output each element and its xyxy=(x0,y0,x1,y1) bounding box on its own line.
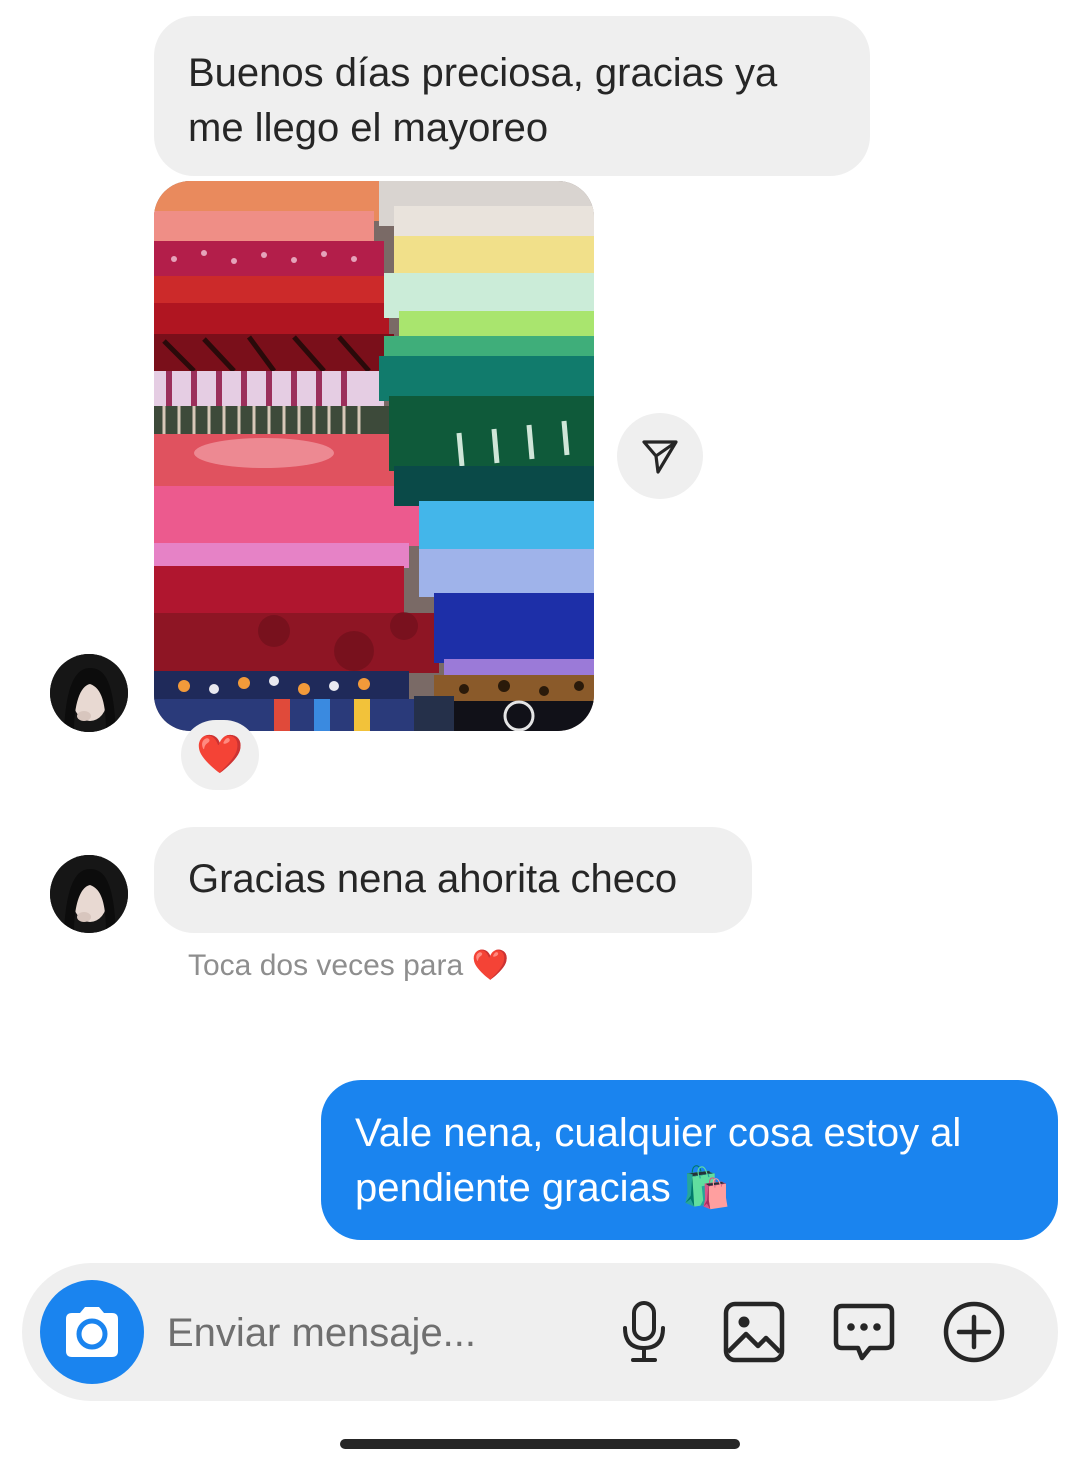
message-bubble-incoming[interactable]: Gracias nena ahorita checo xyxy=(154,827,752,933)
profile-photo-icon xyxy=(50,654,128,732)
more-options-button[interactable] xyxy=(938,1296,1010,1368)
shared-photo[interactable] xyxy=(154,181,594,731)
camera-icon xyxy=(66,1307,118,1357)
microphone-icon xyxy=(623,1301,665,1362)
message-bubble-outgoing[interactable]: Vale nena, cualquier cosa estoy al pendi… xyxy=(321,1080,1058,1240)
profile-photo-icon xyxy=(50,855,128,933)
plus-icon xyxy=(943,1301,1005,1363)
heart-emoji: ❤️ xyxy=(471,949,509,982)
message-bubble-incoming[interactable]: Buenos días preciosa, gracias ya me lleg… xyxy=(154,16,870,176)
message-text: Vale nena, cualquier cosa estoy al pendi… xyxy=(355,1111,962,1210)
share-button[interactable] xyxy=(617,413,703,499)
avatar[interactable] xyxy=(50,855,128,933)
voice-message-button[interactable] xyxy=(608,1296,680,1368)
gallery-icon xyxy=(723,1301,785,1363)
gallery-button[interactable] xyxy=(718,1296,790,1368)
clothes-photo-image xyxy=(154,181,594,731)
sticker-icon xyxy=(833,1303,895,1361)
message-text: Gracias nena ahorita checo xyxy=(188,857,678,901)
home-indicator[interactable] xyxy=(340,1439,740,1449)
message-input[interactable]: Enviar mensaje... xyxy=(167,1308,587,1358)
message-input-placeholder: Enviar mensaje... xyxy=(167,1311,477,1355)
avatar[interactable] xyxy=(50,654,128,732)
message-text: Buenos días preciosa, gracias ya me lleg… xyxy=(188,51,778,150)
double-tap-hint: Toca dos veces para ❤️ xyxy=(188,948,509,983)
heart-reaction[interactable]: ❤️ xyxy=(181,720,259,790)
paper-plane-icon xyxy=(642,440,678,474)
sticker-button[interactable] xyxy=(828,1296,900,1368)
heart-reaction-emoji: ❤️ xyxy=(196,734,244,776)
hint-text: Toca dos veces para xyxy=(188,949,464,982)
camera-button[interactable] xyxy=(40,1280,144,1384)
